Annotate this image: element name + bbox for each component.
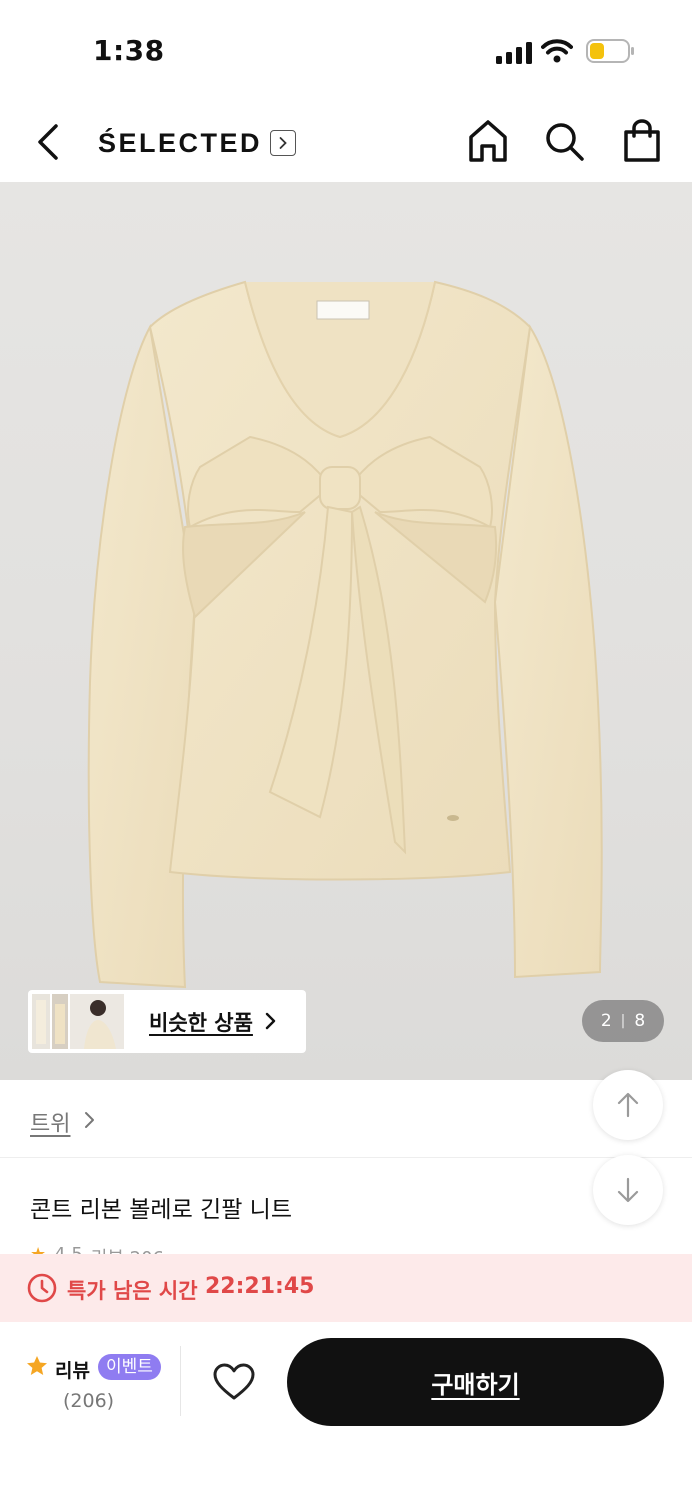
gallery-page-counter: 2 | 8 [582,1000,664,1042]
brand-link[interactable]: ŚELECTED [98,124,297,162]
home-icon[interactable] [466,118,510,164]
battery-icon [586,39,634,63]
chevron-right-icon [265,1012,276,1030]
cellular-signal-icon [496,42,532,64]
top-navigation-bar: ŚELECTED [0,100,692,182]
deal-countdown-banner: 특가 남은 시간 22:21:45 [0,1254,692,1322]
chevron-right-icon [85,1112,94,1128]
brand-name: ŚELECTED [98,127,263,158]
product-image-gallery[interactable]: 비슷한 상품 2 | 8 [0,182,692,1080]
review-count: (206) [63,1390,115,1412]
search-icon[interactable] [543,120,585,162]
review-label: 리뷰 [55,1360,90,1382]
product-brand-link[interactable]: 트위 [30,1106,70,1138]
divider [180,1346,181,1416]
product-photo [87,280,603,989]
star-icon [27,1356,47,1375]
arrow-up-icon [617,1092,639,1118]
event-badge: 이벤트 [98,1354,161,1380]
status-time: 1:38 [93,34,165,67]
scroll-down-button[interactable] [593,1155,663,1225]
similar-products-thumbnails [32,994,124,1049]
shopping-bag-icon[interactable] [622,118,662,164]
status-bar: 1:38 [0,0,692,100]
chevron-right-icon [279,137,287,149]
heart-icon[interactable] [212,1362,256,1402]
current-page: 2 [600,1011,612,1031]
wifi-icon [541,39,573,63]
buy-button[interactable]: 구매하기 [287,1338,664,1426]
clock-icon [27,1273,57,1303]
total-pages: 8 [634,1011,646,1031]
similar-products-label: 비슷한 상품 [149,1011,253,1035]
product-brand-row: 트위 [0,1080,692,1158]
product-title: 콘트 리본 볼레로 긴팔 니트 [30,1197,293,1223]
similar-products-button[interactable]: 비슷한 상품 [28,990,306,1053]
back-chevron-icon[interactable] [30,120,66,164]
deal-remaining-time: 22:21:45 [205,1274,315,1299]
deal-label: 특가 남은 시간 [67,1279,198,1303]
arrow-down-icon [617,1177,639,1203]
bottom-action-bar: 리뷰 이벤트 (206) 구매하기 [0,1322,692,1500]
brand-chevron-box [270,130,297,156]
scroll-up-button[interactable] [593,1070,663,1140]
review-summary-button[interactable]: 리뷰 이벤트 (206) [26,1352,176,1412]
buy-button-label: 구매하기 [431,1370,520,1399]
page-separator: | [620,1013,626,1029]
